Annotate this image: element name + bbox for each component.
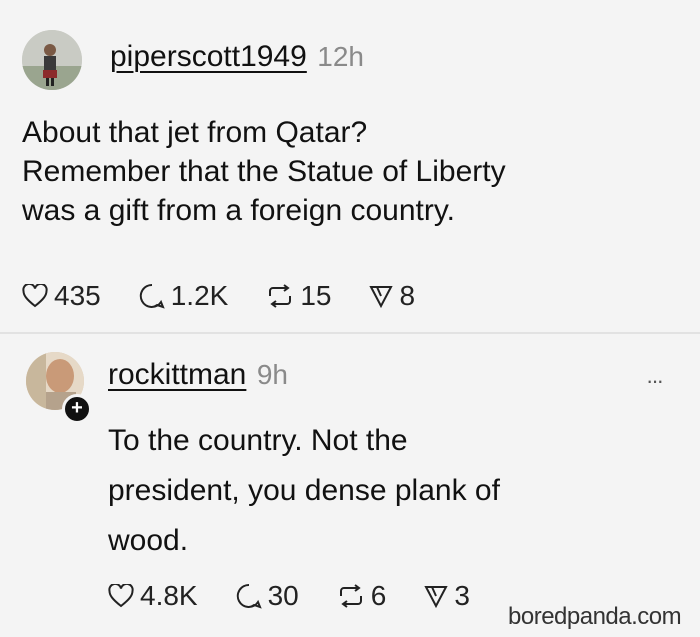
share-icon	[369, 286, 394, 308]
avatar-piperscott1949[interactable]	[22, 30, 82, 90]
follow-plus-icon[interactable]: +	[62, 394, 92, 424]
heart-icon	[22, 284, 48, 308]
post-text-line: wood.	[108, 524, 189, 557]
share-count: 3	[454, 580, 470, 611]
reply-count: 30	[267, 580, 299, 611]
repost-button[interactable]: 15	[266, 280, 331, 312]
post-text: About that jet from Qatar? Remember that…	[22, 113, 506, 230]
username-link[interactable]: rockittman	[108, 358, 246, 391]
timestamp: 12h	[317, 41, 364, 72]
action-bar: 435 1.2K 15 8	[22, 280, 453, 312]
share-icon	[424, 586, 449, 608]
timestamp: 9h	[256, 359, 288, 390]
reply-button[interactable]: 30	[236, 580, 299, 612]
repost-icon	[269, 284, 292, 308]
post-header: piperscott1949 12h	[110, 40, 364, 74]
post-text-line: To the country. Not the	[108, 424, 408, 457]
comment-icon	[236, 583, 262, 609]
action-bar: 4.8K 30 6 3	[108, 580, 508, 612]
more-options-icon[interactable]: ···	[646, 368, 664, 394]
post-text-line: president, you dense plank of	[108, 474, 500, 507]
heart-icon	[108, 584, 134, 608]
watermark: boredpanda.com	[508, 603, 682, 631]
post-text-line: About that jet from Qatar?	[22, 116, 368, 149]
reply-count: 1.2K	[170, 280, 229, 311]
post-original: piperscott1949 12h About that jet from Q…	[0, 0, 700, 332]
like-button[interactable]: 4.8K	[108, 580, 198, 612]
post-header: rockittman 9h	[108, 358, 288, 392]
username-link[interactable]: piperscott1949	[110, 40, 307, 73]
share-button[interactable]: 3	[424, 580, 470, 612]
like-count: 435	[54, 280, 101, 311]
comment-icon	[139, 283, 165, 309]
post-text-line: Remember that the Statue of Liberty	[22, 155, 506, 188]
post-reply: + rockittman 9h ··· To the country. Not …	[0, 334, 700, 637]
share-count: 8	[399, 280, 416, 311]
post-text-line: was a gift from a foreign country.	[22, 194, 455, 227]
share-button[interactable]: 8	[369, 280, 415, 312]
post-text: To the country. Not the president, you d…	[108, 416, 500, 566]
like-button[interactable]: 435	[22, 280, 101, 312]
repost-icon	[339, 584, 362, 608]
repost-button[interactable]: 6	[337, 580, 387, 612]
repost-count: 6	[370, 580, 387, 611]
like-count: 4.8K	[140, 580, 198, 611]
reply-button[interactable]: 1.2K	[139, 280, 229, 312]
repost-count: 15	[300, 280, 332, 311]
